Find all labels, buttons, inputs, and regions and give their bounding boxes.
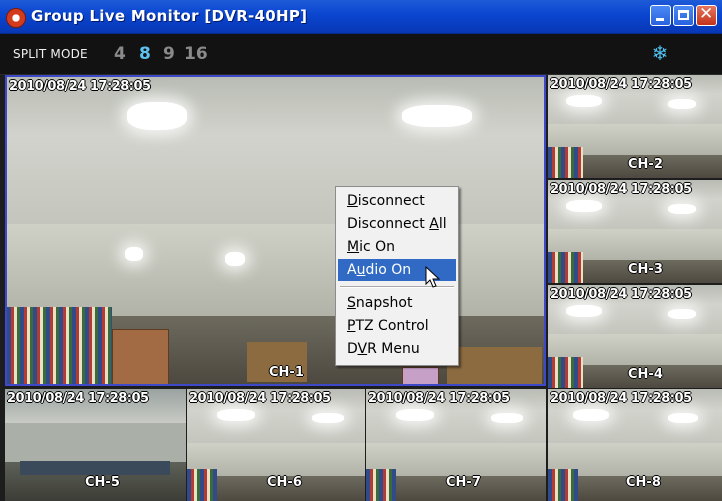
menu-accelerator: A bbox=[429, 216, 439, 232]
channel-1-tile[interactable]: 2010/08/24 17:28:05 CH-1 bbox=[5, 75, 546, 386]
menu-accelerator: D bbox=[347, 193, 358, 209]
close-icon: ✕ bbox=[699, 4, 714, 24]
split-mode-toolbar: SPLIT MODE 4 8 9 16 ❄ bbox=[0, 34, 722, 75]
menu-text: ic On bbox=[359, 239, 396, 255]
channel-timestamp: 2010/08/24 17:28:05 bbox=[189, 391, 331, 406]
channel-label: CH-1 bbox=[269, 365, 304, 380]
channel-timestamp: 2010/08/24 17:28:05 bbox=[9, 79, 151, 94]
maximize-button[interactable] bbox=[673, 5, 694, 26]
title-bar[interactable]: Group Live Monitor [DVR-40HP] ✕ bbox=[0, 0, 722, 34]
menu-text: napshot bbox=[355, 295, 413, 311]
channel-3-tile[interactable]: 2010/08/24 17:28:05 CH-3 bbox=[548, 180, 722, 283]
channel-label: CH-5 bbox=[85, 475, 120, 490]
channel-4-tile[interactable]: 2010/08/24 17:28:05 CH-4 bbox=[548, 285, 722, 388]
window-title: Group Live Monitor [DVR-40HP] bbox=[31, 7, 308, 25]
menu-item-mic-on[interactable]: Mic On bbox=[338, 236, 456, 258]
channel-5-tile[interactable]: 2010/08/24 17:28:05 CH-5 bbox=[5, 389, 186, 501]
menu-item-disconnect[interactable]: Disconnect bbox=[338, 190, 456, 212]
menu-text: ll bbox=[438, 216, 447, 232]
snowflake-icon[interactable]: ❄ bbox=[649, 42, 671, 64]
channel-2-tile[interactable]: 2010/08/24 17:28:05 CH-2 bbox=[548, 75, 722, 178]
channel-8-tile[interactable]: 2010/08/24 17:28:05 CH-8 bbox=[548, 389, 722, 501]
channel-label: CH-2 bbox=[628, 157, 663, 172]
channel-timestamp: 2010/08/24 17:28:05 bbox=[7, 391, 149, 406]
channel-timestamp: 2010/08/24 17:28:05 bbox=[550, 391, 692, 406]
split-4-button[interactable]: 4 bbox=[114, 44, 126, 64]
channel-7-tile[interactable]: 2010/08/24 17:28:05 CH-7 bbox=[366, 389, 546, 501]
menu-item-ptz-control[interactable]: PTZ Control bbox=[338, 315, 456, 337]
channel-timestamp: 2010/08/24 17:28:05 bbox=[550, 77, 692, 92]
mouse-pointer-icon bbox=[425, 266, 441, 288]
menu-text: R Menu bbox=[367, 341, 420, 357]
channel-6-tile[interactable]: 2010/08/24 17:28:05 CH-6 bbox=[187, 389, 365, 501]
menu-item-dvr-menu[interactable]: DVR Menu bbox=[338, 338, 456, 360]
menu-text: A bbox=[347, 262, 357, 278]
menu-item-snapshot[interactable]: Snapshot bbox=[338, 292, 456, 314]
menu-text: dio On bbox=[365, 262, 412, 278]
channel-label: CH-7 bbox=[446, 475, 481, 490]
dvr-app-icon[interactable] bbox=[6, 8, 26, 28]
channel-timestamp: 2010/08/24 17:28:05 bbox=[368, 391, 510, 406]
menu-text: Disconnect bbox=[347, 216, 430, 232]
channel-timestamp: 2010/08/24 17:28:05 bbox=[550, 182, 692, 197]
split-mode-label: SPLIT MODE bbox=[13, 47, 88, 61]
minimize-icon bbox=[656, 18, 664, 21]
camera-feed bbox=[7, 77, 544, 384]
menu-accelerator: S bbox=[347, 295, 356, 311]
menu-accelerator: M bbox=[347, 239, 360, 255]
minimize-button[interactable] bbox=[650, 5, 671, 26]
split-8-button[interactable]: 8 bbox=[139, 44, 151, 64]
channel-timestamp: 2010/08/24 17:28:05 bbox=[550, 287, 692, 302]
menu-accelerator: V bbox=[357, 341, 368, 357]
channel-label: CH-6 bbox=[267, 475, 302, 490]
split-9-button[interactable]: 9 bbox=[163, 44, 175, 64]
menu-text: D bbox=[347, 341, 358, 357]
channel-label: CH-4 bbox=[628, 367, 663, 382]
menu-item-disconnect-all[interactable]: Disconnect All bbox=[338, 213, 456, 235]
channel-label: CH-3 bbox=[628, 262, 663, 277]
close-button[interactable]: ✕ bbox=[696, 4, 717, 26]
maximize-icon bbox=[678, 10, 689, 20]
channel-label: CH-8 bbox=[626, 475, 661, 490]
menu-text: TZ Control bbox=[355, 318, 429, 334]
split-16-button[interactable]: 16 bbox=[184, 44, 208, 64]
menu-text: isconnect bbox=[357, 193, 425, 209]
